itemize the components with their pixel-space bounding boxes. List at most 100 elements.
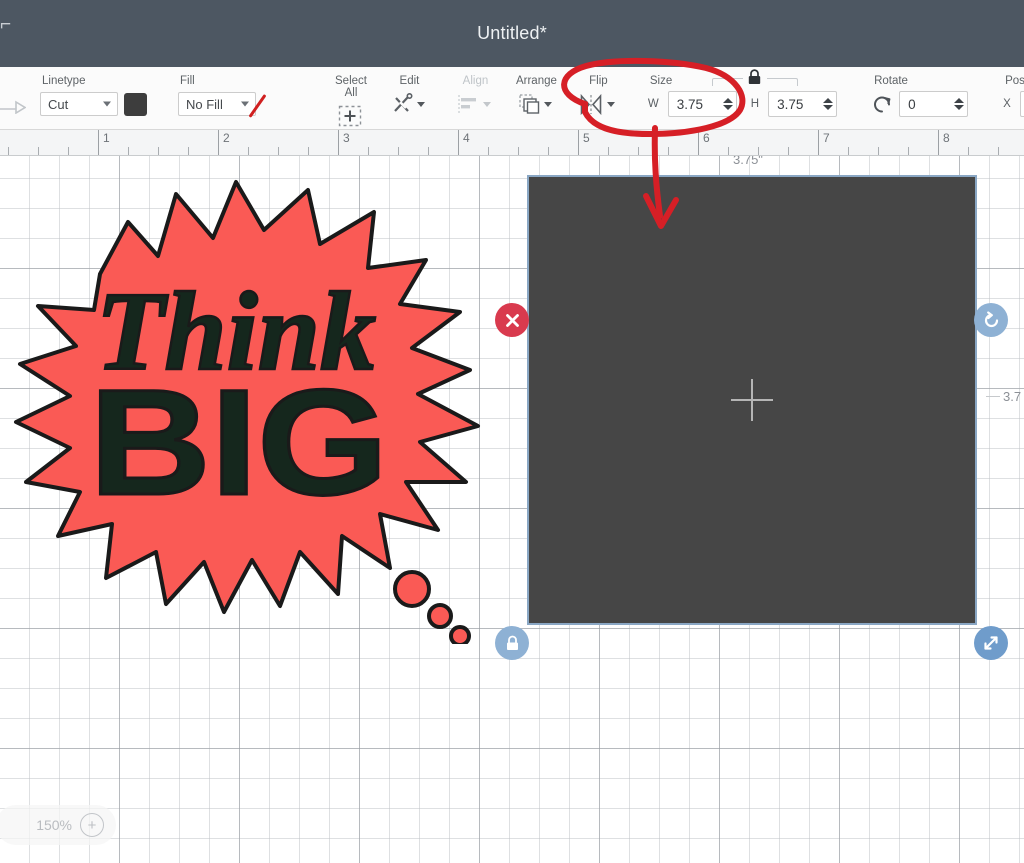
ruler-minor-tick bbox=[548, 147, 549, 155]
edit-toolbar: Linetype Cut Fill No Fill Select All Edi… bbox=[0, 67, 1024, 130]
position-group: Position X 4.685 Y 0.213 bbox=[989, 67, 1024, 129]
rotate-stepper[interactable] bbox=[954, 98, 965, 110]
rotate-value: 0 bbox=[908, 96, 916, 112]
unlock-handle-icon bbox=[506, 635, 518, 650]
arrange-group: Arrange bbox=[500, 67, 566, 129]
select-all-group: Select All bbox=[317, 67, 376, 129]
edit-scissors-pencil-icon bbox=[394, 93, 413, 112]
think-big-splatter-artwork[interactable]: Think BIG bbox=[8, 164, 488, 644]
size-height-label: H bbox=[750, 98, 760, 110]
ruler-minor-tick bbox=[908, 147, 909, 155]
ruler-minor-tick bbox=[128, 147, 129, 155]
linetype-select[interactable]: Cut bbox=[40, 92, 118, 116]
ruler-minor-tick bbox=[488, 147, 489, 155]
rotate-selection-handle[interactable] bbox=[974, 303, 1008, 337]
lock-closed-icon[interactable] bbox=[742, 69, 767, 87]
title-bar: ⌐ Untitled* bbox=[0, 0, 1024, 67]
chevron-down-icon bbox=[482, 101, 491, 107]
ruler-minor-tick bbox=[518, 147, 519, 155]
ruler-minor-tick bbox=[848, 147, 849, 155]
size-height-input[interactable]: 3.75 bbox=[768, 91, 838, 117]
zoom-in-button[interactable]: + bbox=[80, 813, 104, 837]
ruler-minor-tick bbox=[188, 147, 189, 155]
delete-selection-handle[interactable] bbox=[495, 303, 529, 337]
arrange-layers-icon bbox=[519, 93, 540, 114]
cricut-design-space-window: ⌐ Untitled* Linetype Cut Fill No Fill Se… bbox=[0, 0, 1024, 863]
ruler-tick-label: 2 bbox=[223, 131, 230, 145]
ruler-minor-tick bbox=[68, 147, 69, 155]
fill-select[interactable]: No Fill bbox=[178, 92, 256, 116]
selection-width-dimension: 3.75" bbox=[733, 156, 763, 167]
align-button[interactable] bbox=[458, 94, 491, 114]
edit-label: Edit bbox=[399, 75, 420, 87]
ruler-major-tick bbox=[578, 130, 579, 155]
arrange-button[interactable] bbox=[519, 93, 552, 115]
arrange-label: Arrange bbox=[515, 75, 557, 87]
linetype-group: Linetype Cut bbox=[26, 67, 156, 129]
ruler-minor-tick bbox=[728, 147, 729, 155]
close-x-icon bbox=[505, 313, 519, 327]
align-label: Align bbox=[462, 75, 489, 87]
size-width-value: 3.75 bbox=[676, 96, 704, 112]
linetype-value: Cut bbox=[48, 96, 69, 112]
ruler-minor-tick bbox=[968, 147, 969, 155]
flip-group: Flip bbox=[566, 67, 624, 129]
ruler-major-tick bbox=[98, 130, 99, 155]
position-label: Position bbox=[1005, 75, 1024, 87]
fill-label: Fill bbox=[180, 75, 195, 87]
ruler-minor-tick bbox=[998, 147, 999, 155]
chevron-down-icon bbox=[543, 101, 552, 107]
select-all-icon bbox=[338, 105, 362, 127]
design-canvas[interactable]: Think BIG 3.75" 3.7 150% + bbox=[0, 156, 1024, 863]
position-x-input[interactable]: 4.685 bbox=[1019, 91, 1024, 117]
ruler-minor-tick bbox=[428, 147, 429, 155]
ruler-minor-tick bbox=[38, 147, 39, 155]
rotate-label: Rotate bbox=[874, 75, 908, 87]
ruler-minor-tick bbox=[8, 147, 9, 155]
size-height-stepper[interactable] bbox=[823, 98, 834, 110]
resize-diagonal-icon bbox=[984, 636, 998, 650]
redo-arrow-icon[interactable] bbox=[0, 67, 26, 129]
size-lock-wrap bbox=[711, 69, 798, 87]
ruler-tick-label: 1 bbox=[103, 131, 110, 145]
ruler-major-tick bbox=[938, 130, 939, 155]
select-all-label: Select All bbox=[335, 75, 367, 99]
ruler-minor-tick bbox=[878, 147, 879, 155]
select-all-button[interactable] bbox=[338, 105, 362, 127]
ruler-minor-tick bbox=[668, 147, 669, 155]
zoom-level-label: 150% bbox=[36, 817, 72, 833]
ruler-minor-tick bbox=[368, 147, 369, 155]
ruler-minor-tick bbox=[758, 147, 759, 155]
edit-button[interactable] bbox=[392, 93, 425, 115]
position-x-label: X bbox=[1003, 98, 1011, 110]
ruler-tick-label: 5 bbox=[583, 131, 590, 145]
horizontal-ruler[interactable]: 1 2 3 4 5 6 7 8 bbox=[0, 130, 1024, 156]
linetype-label: Linetype bbox=[42, 75, 86, 87]
ruler-major-tick bbox=[218, 130, 219, 155]
ruler-minor-tick bbox=[158, 147, 159, 155]
zoom-control[interactable]: 150% + bbox=[0, 805, 116, 845]
no-fill-slash-icon[interactable] bbox=[262, 93, 288, 116]
size-width-input[interactable]: 3.75 bbox=[667, 91, 737, 117]
artwork-text-big: BIG bbox=[89, 358, 388, 526]
rotate-input[interactable]: 0 bbox=[899, 91, 969, 117]
resize-selection-handle[interactable] bbox=[974, 626, 1008, 660]
ruler-minor-tick bbox=[248, 147, 249, 155]
selection-height-dimension: 3.7 bbox=[1003, 389, 1022, 404]
rotate-cw-icon[interactable] bbox=[872, 94, 893, 115]
size-group: Size W 3.75 H 3.75 bbox=[634, 67, 846, 129]
chevron-down-icon bbox=[416, 101, 425, 107]
linetype-color-swatch[interactable] bbox=[124, 92, 147, 116]
ruler-minor-tick bbox=[308, 147, 309, 155]
chevron-down-icon bbox=[606, 101, 615, 107]
ruler-tick-label: 6 bbox=[703, 131, 710, 145]
ruler-major-tick bbox=[458, 130, 459, 155]
lock-aspect-handle[interactable] bbox=[495, 626, 529, 660]
selected-rectangle-shape[interactable] bbox=[527, 175, 977, 625]
ruler-minor-tick bbox=[398, 147, 399, 155]
flip-button[interactable] bbox=[580, 93, 615, 115]
size-width-stepper[interactable] bbox=[722, 98, 733, 110]
ruler-minor-tick bbox=[788, 147, 789, 155]
page-title: Untitled* bbox=[477, 23, 547, 43]
align-group: Align bbox=[444, 67, 500, 129]
